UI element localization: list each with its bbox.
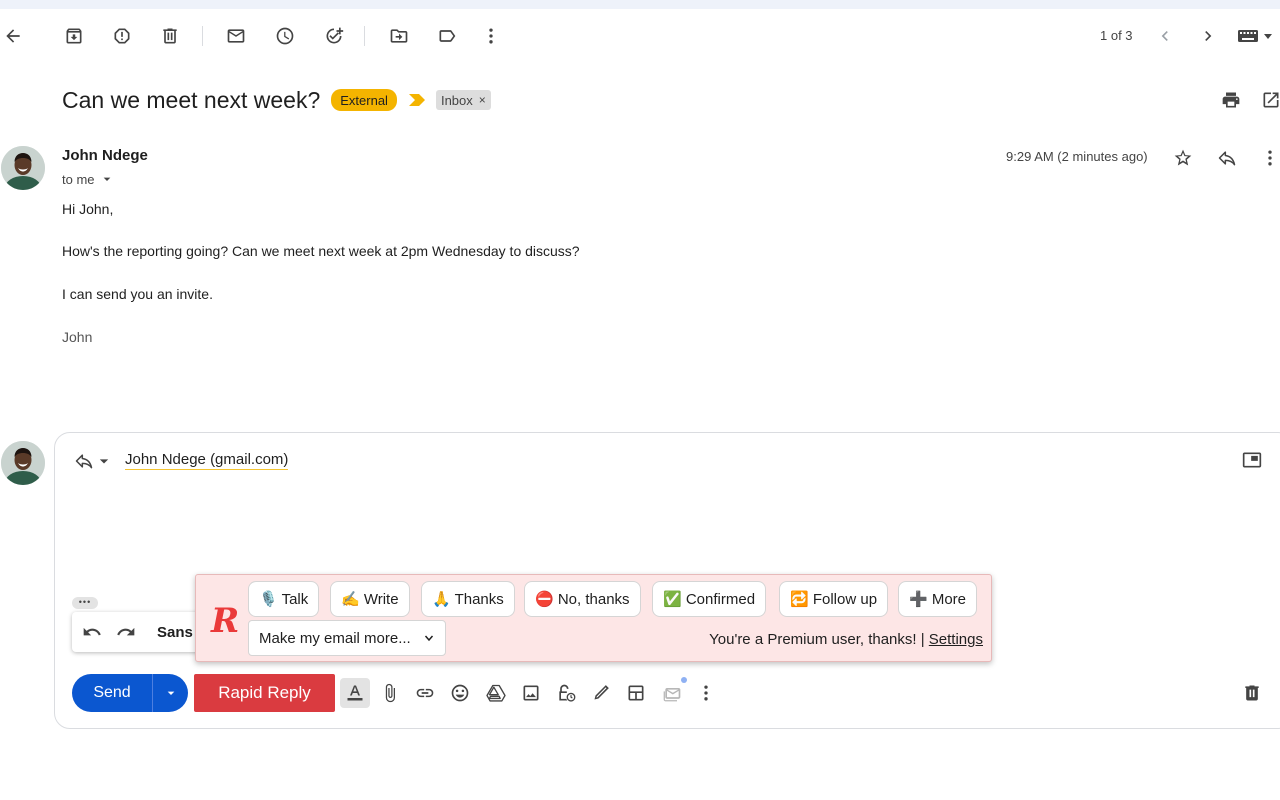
send-button[interactable]: Send: [72, 674, 152, 712]
rapid-reply-logo: R: [211, 601, 240, 641]
open-in-new-window-icon[interactable]: [1257, 86, 1280, 114]
inbox-label-text: Inbox: [440, 92, 473, 108]
inbox-label-chip: Inbox ×: [435, 90, 491, 110]
top-strip: [0, 0, 1280, 9]
mark-unread-icon[interactable]: [222, 22, 250, 50]
email-tone-select-value: Make my email more...: [259, 629, 411, 647]
pager-count: 1 of 3: [1100, 28, 1133, 43]
newer-chevron-icon[interactable]: [1151, 22, 1179, 50]
email-subject: Can we meet next week?: [62, 86, 321, 113]
reply-icon[interactable]: [1213, 144, 1241, 172]
reply-recipient[interactable]: John Ndege (gmail.com): [125, 451, 289, 470]
redo-icon[interactable]: [112, 618, 140, 646]
formatting-toolbar: Sans: [72, 612, 202, 652]
older-chevron-icon[interactable]: [1194, 22, 1222, 50]
body-signature: John: [62, 329, 93, 345]
chip-thanks[interactable]: 🙏 Thanks: [421, 581, 515, 617]
message-toolbar: 1 of 3: [0, 14, 1280, 58]
rapid-reply-panel: R 🎙️ Talk ✍️ Write 🙏 Thanks ⛔ No, thanks…: [195, 574, 992, 662]
back-arrow-icon[interactable]: [0, 22, 27, 50]
notification-dot: [681, 677, 687, 683]
message-time: 9:29 AM (2 minutes ago): [1006, 149, 1148, 164]
remove-label-icon[interactable]: ×: [479, 93, 486, 107]
settings-link[interactable]: Settings: [929, 631, 983, 648]
recipient-details-toggle[interactable]: to me: [62, 171, 115, 187]
caret-down-icon: [167, 691, 174, 695]
attach-icon[interactable]: [376, 679, 404, 707]
confidential-mode-icon[interactable]: [552, 679, 580, 707]
chip-follow-up[interactable]: 🔁 Follow up: [779, 581, 889, 617]
font-family-dropdown[interactable]: Sans: [157, 624, 193, 641]
chip-more[interactable]: ➕ More: [898, 581, 978, 617]
rapid-reply-button[interactable]: Rapid Reply: [194, 674, 335, 712]
premium-status-text: You're a Premium user, thanks! |: [709, 631, 929, 648]
caret-down-icon: [103, 177, 110, 181]
report-spam-icon[interactable]: [108, 22, 136, 50]
chip-talk[interactable]: 🎙️ Talk: [248, 581, 320, 617]
schedule-send-dropdown[interactable]: [152, 674, 188, 712]
toolbar-divider: [202, 26, 203, 46]
external-badge: External: [331, 89, 397, 111]
body-paragraph: I can send you an invite.: [62, 286, 213, 302]
toolbar-divider: [364, 26, 365, 46]
text-format-icon[interactable]: [340, 678, 370, 708]
link-icon[interactable]: [411, 679, 439, 707]
select-chevron-icon: [424, 635, 434, 642]
sender-name[interactable]: John Ndege: [62, 147, 148, 164]
add-task-icon[interactable]: [320, 22, 348, 50]
chip-no-thanks[interactable]: ⛔ No, thanks: [524, 581, 641, 617]
body-paragraph: How's the reporting going? Can we meet n…: [62, 243, 580, 259]
emoji-icon[interactable]: [446, 679, 474, 707]
body-greeting: Hi John,: [62, 201, 114, 217]
show-trimmed-content-button[interactable]: •••: [72, 597, 98, 609]
recipient-line: to me: [62, 171, 95, 187]
print-icon[interactable]: [1217, 86, 1245, 114]
star-icon[interactable]: [1169, 144, 1197, 172]
reply-type-caret-icon[interactable]: [92, 447, 116, 475]
subject-row: Can we meet next week? External Inbox ×: [62, 84, 491, 116]
message-more-vert-icon[interactable]: [1256, 144, 1280, 172]
archive-icon[interactable]: [60, 22, 88, 50]
input-tools-keyboard-icon[interactable]: [1236, 22, 1278, 50]
pop-out-reply-icon[interactable]: [1238, 446, 1266, 474]
chip-confirmed[interactable]: ✅ Confirmed: [652, 581, 767, 617]
move-to-icon[interactable]: [385, 22, 413, 50]
chip-write[interactable]: ✍️ Write: [330, 581, 410, 617]
email-tone-select[interactable]: Make my email more...: [248, 620, 446, 656]
snooze-icon[interactable]: [271, 22, 299, 50]
more-options-icon[interactable]: [692, 679, 720, 707]
delete-icon[interactable]: [156, 22, 184, 50]
more-vert-icon[interactable]: [477, 22, 505, 50]
important-marker-icon[interactable]: [408, 94, 425, 106]
premium-status: You're a Premium user, thanks! | Setting…: [709, 631, 983, 648]
undo-icon[interactable]: [78, 618, 106, 646]
mail-merge-icon[interactable]: [658, 677, 687, 707]
layout-template-icon[interactable]: [622, 679, 650, 707]
drive-icon[interactable]: [482, 679, 510, 707]
my-avatar: [1, 441, 45, 485]
photo-icon[interactable]: [517, 679, 545, 707]
signature-pen-icon[interactable]: [587, 679, 615, 707]
send-button-group: Send: [72, 674, 188, 712]
discard-draft-icon[interactable]: [1238, 679, 1266, 707]
label-icon[interactable]: [433, 22, 461, 50]
sender-avatar[interactable]: [1, 146, 45, 190]
